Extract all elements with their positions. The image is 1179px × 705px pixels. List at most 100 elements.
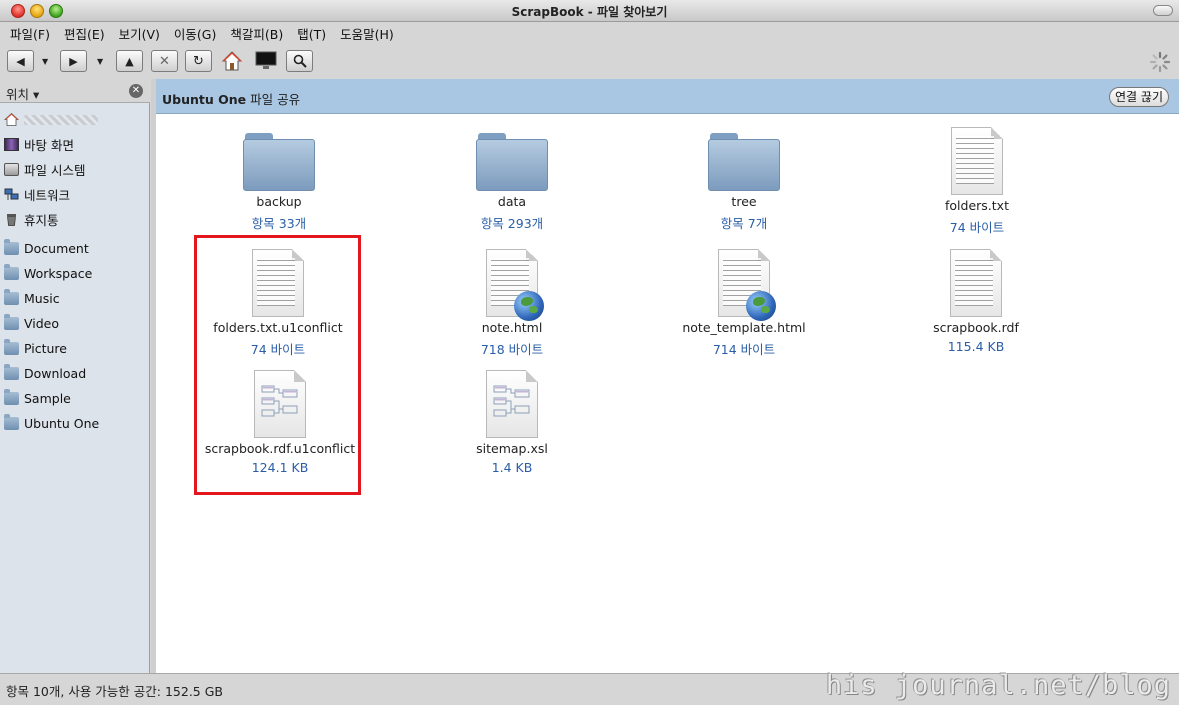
file-item-folders-txt[interactable]: folders.txt 74 바이트 [877, 127, 1077, 236]
folder-icon [4, 389, 19, 405]
sidebar-item-desktop[interactable]: 바탕 화면 [0, 132, 150, 157]
reload-icon: ↻ [193, 53, 204, 69]
folder-icon [4, 364, 19, 380]
sidebar-item-filesystem[interactable]: 파일 시스템 [0, 157, 150, 182]
forward-button[interactable]: ▶ [60, 50, 87, 72]
xml-document-icon [486, 370, 538, 438]
watermark: his journal.net/blog [825, 670, 1171, 701]
infobar-text: Ubuntu One 파일 공유 [162, 92, 301, 107]
toolbar-toggle-button[interactable] [1153, 5, 1173, 16]
sidebar-item-download[interactable]: Download [0, 361, 150, 386]
menu-bar: 파일(F) 편집(E) 보기(V) 이동(G) 책갈피(B) 탭(T) 도움말(… [0, 22, 1179, 44]
trash-icon [7, 214, 16, 226]
file-name: data [497, 194, 527, 209]
file-meta: 115.4 KB [947, 339, 1005, 354]
sidebar-item-label: Sample [24, 391, 71, 406]
back-history-dropdown[interactable]: ▼ [42, 57, 48, 66]
file-name: note.html [481, 320, 543, 335]
file-meta: 항목 33개 [251, 216, 307, 231]
reload-button[interactable]: ↻ [185, 50, 212, 72]
sidebar-item-sample[interactable]: Sample [0, 386, 150, 411]
search-button[interactable] [286, 50, 313, 72]
status-text: 항목 10개, 사용 가능한 공간: 152.5 GB [6, 684, 223, 699]
title-bar: ScrapBook - 파일 찾아보기 [0, 0, 1179, 22]
network-icon [4, 188, 19, 200]
disconnect-button[interactable]: 연결 끊기 [1109, 87, 1169, 107]
sidebar-item-video[interactable]: Video [0, 311, 150, 336]
menu-tabs[interactable]: 탭(T) [297, 24, 326, 43]
conflict-highlight-box [194, 235, 361, 495]
home-icon [4, 113, 19, 126]
html-document-icon [486, 249, 544, 321]
sidebar-item-picture[interactable]: Picture [0, 336, 150, 361]
sidebar-item-ubuntu-one[interactable]: Ubuntu One [0, 411, 150, 436]
sidebar-item-label: Video [24, 316, 60, 331]
sidebar-item-label: Picture [24, 341, 67, 356]
folder-icon [708, 133, 780, 191]
menu-view[interactable]: 보기(V) [119, 24, 160, 43]
computer-button[interactable] [252, 50, 279, 72]
file-item-data[interactable]: data 항목 293개 [412, 133, 612, 232]
sidebar-item-music[interactable]: Music [0, 286, 150, 311]
home-button[interactable] [218, 50, 245, 72]
sidebar-item-label: 바탕 화면 [24, 138, 74, 153]
sidebar-title[interactable]: 위치 ▾ [6, 84, 39, 103]
stop-button[interactable]: ✕ [151, 50, 178, 72]
file-view: Ubuntu One 파일 공유 연결 끊기 backup 항목 33개 dat… [156, 79, 1179, 673]
folder-icon [4, 239, 19, 255]
file-item-scrapbook-rdf[interactable]: scrapbook.rdf 115.4 KB [876, 249, 1076, 354]
file-meta: 항목 7개 [720, 216, 768, 231]
file-item-note-template-html[interactable]: note_template.html 714 바이트 [644, 249, 844, 358]
file-meta: 718 바이트 [480, 342, 544, 357]
left-arrow-icon: ◀ [16, 54, 25, 68]
sidebar-item-home[interactable] [0, 107, 150, 132]
file-meta: 714 바이트 [712, 342, 776, 357]
status-bar: 항목 10개, 사용 가능한 공간: 152.5 GB his journal.… [0, 670, 1179, 705]
html-document-icon [718, 249, 776, 321]
file-item-backup[interactable]: backup 항목 33개 [179, 133, 379, 232]
file-name: tree [731, 194, 757, 209]
menu-bookmarks[interactable]: 책갈피(B) [230, 24, 283, 43]
desktop-icon [4, 138, 19, 151]
sidebar-item-label: Download [24, 366, 87, 381]
window-title: ScrapBook - 파일 찾아보기 [511, 5, 668, 19]
right-arrow-icon: ▶ [69, 54, 78, 68]
folder-icon [4, 314, 19, 330]
folder-icon [4, 414, 19, 430]
up-button[interactable]: ▲ [116, 50, 143, 72]
sidebar-item-document[interactable]: Document [0, 236, 150, 261]
file-item-note-html[interactable]: note.html 718 바이트 [412, 249, 612, 358]
sidebar-item-label: 휴지통 [24, 213, 59, 228]
forward-history-dropdown[interactable]: ▼ [97, 57, 103, 66]
file-item-sitemap-xsl[interactable]: sitemap.xsl 1.4 KB [412, 370, 612, 475]
sidebar-item-label: Document [24, 241, 89, 256]
back-button[interactable]: ◀ [7, 50, 34, 72]
sidebar-item-label: Music [24, 291, 60, 306]
file-name: scrapbook.rdf [933, 320, 1019, 335]
sidebar-item-label: Ubuntu One [24, 416, 100, 431]
menu-go[interactable]: 이동(G) [174, 24, 216, 43]
sidebar-item-trash[interactable]: 휴지통 [0, 207, 150, 232]
menu-file[interactable]: 파일(F) [10, 24, 50, 43]
menu-help[interactable]: 도움말(H) [340, 24, 394, 43]
sidebar-item-network[interactable]: 네트워크 [0, 182, 150, 207]
text-document-icon [950, 249, 1002, 317]
file-meta: 74 바이트 [949, 220, 1005, 235]
text-document-icon [951, 127, 1003, 195]
sidebar-list: 바탕 화면 파일 시스템 네트워크 휴지통 Document Workspace… [0, 107, 150, 436]
folder-icon [4, 264, 19, 280]
home-icon [221, 51, 242, 71]
sidebar-close-icon[interactable]: ✕ [129, 84, 143, 98]
file-name: backup [256, 194, 302, 209]
up-arrow-icon: ▲ [125, 54, 134, 68]
file-name: note_template.html [682, 320, 806, 335]
menu-edit[interactable]: 편집(E) [64, 24, 105, 43]
file-name: folders.txt [945, 198, 1009, 213]
file-item-tree[interactable]: tree 항목 7개 [644, 133, 844, 232]
sidebar: 위치 ▾ ✕ 바탕 화면 파일 시스템 네트워크 휴지통 Document Wo… [0, 79, 150, 673]
sidebar-item-workspace[interactable]: Workspace [0, 261, 150, 286]
sidebar-item-label: 파일 시스템 [24, 163, 86, 178]
stop-icon: ✕ [159, 53, 170, 69]
drive-icon [4, 163, 19, 176]
file-name: sitemap.xsl [476, 441, 548, 456]
